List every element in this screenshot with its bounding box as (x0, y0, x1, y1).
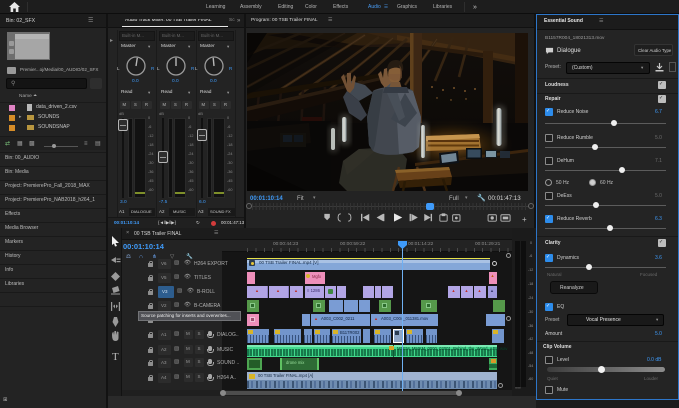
svg-text:T: T (112, 351, 119, 363)
